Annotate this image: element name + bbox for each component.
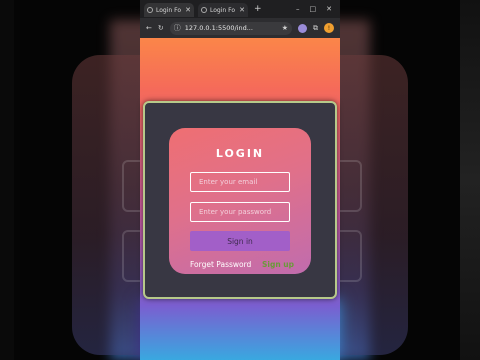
password-placeholder: Enter your password	[199, 208, 272, 216]
close-tab-icon[interactable]: ✕	[239, 6, 245, 14]
signup-link[interactable]: Sign up	[262, 260, 294, 269]
address-bar: ← ↻ ⓘ 127.0.0.1:5500/ind... ★ ⧉ !	[140, 18, 340, 38]
tab-login-form-1[interactable]: Login Fo ✕	[144, 3, 194, 17]
site-info-icon[interactable]: ⓘ	[174, 23, 181, 33]
login-title: LOGIN	[215, 147, 265, 160]
window-controls: – □ ✕	[296, 5, 340, 13]
video-frame-left-edge	[0, 0, 14, 360]
extensions-puzzle-icon[interactable]: ⧉	[313, 24, 318, 33]
reload-icon[interactable]: ↻	[158, 24, 164, 32]
email-placeholder: Enter your email	[199, 178, 258, 186]
url-text: 127.0.0.1:5500/ind...	[184, 24, 253, 32]
email-field[interactable]: Enter your email	[190, 172, 290, 192]
bookmark-star-icon[interactable]: ★	[282, 24, 288, 32]
new-tab-button[interactable]: +	[254, 4, 262, 14]
extension-icon[interactable]	[298, 23, 307, 33]
globe-icon	[201, 7, 207, 13]
maximize-button[interactable]: □	[310, 5, 317, 13]
signin-button[interactable]: Sign in	[190, 231, 290, 251]
tab-login-form-2[interactable]: Login Fo ✕	[198, 3, 248, 17]
video-frame-right-edge	[460, 0, 480, 360]
close-tab-icon[interactable]: ✕	[185, 6, 191, 14]
forget-password-link[interactable]: Forget Password	[190, 260, 251, 269]
tab-label: Login Fo	[156, 6, 182, 14]
tab-bar: Login Fo ✕ Login Fo ✕ + – □ ✕	[140, 0, 340, 18]
tab-label: Login Fo	[210, 6, 236, 14]
close-window-button[interactable]: ✕	[326, 5, 332, 13]
back-icon[interactable]: ←	[146, 24, 152, 32]
url-field[interactable]: ⓘ 127.0.0.1:5500/ind... ★	[169, 21, 292, 35]
password-field[interactable]: Enter your password	[190, 202, 290, 222]
minimize-button[interactable]: –	[296, 5, 300, 13]
globe-icon	[147, 7, 153, 13]
profile-avatar[interactable]: !	[324, 23, 334, 33]
